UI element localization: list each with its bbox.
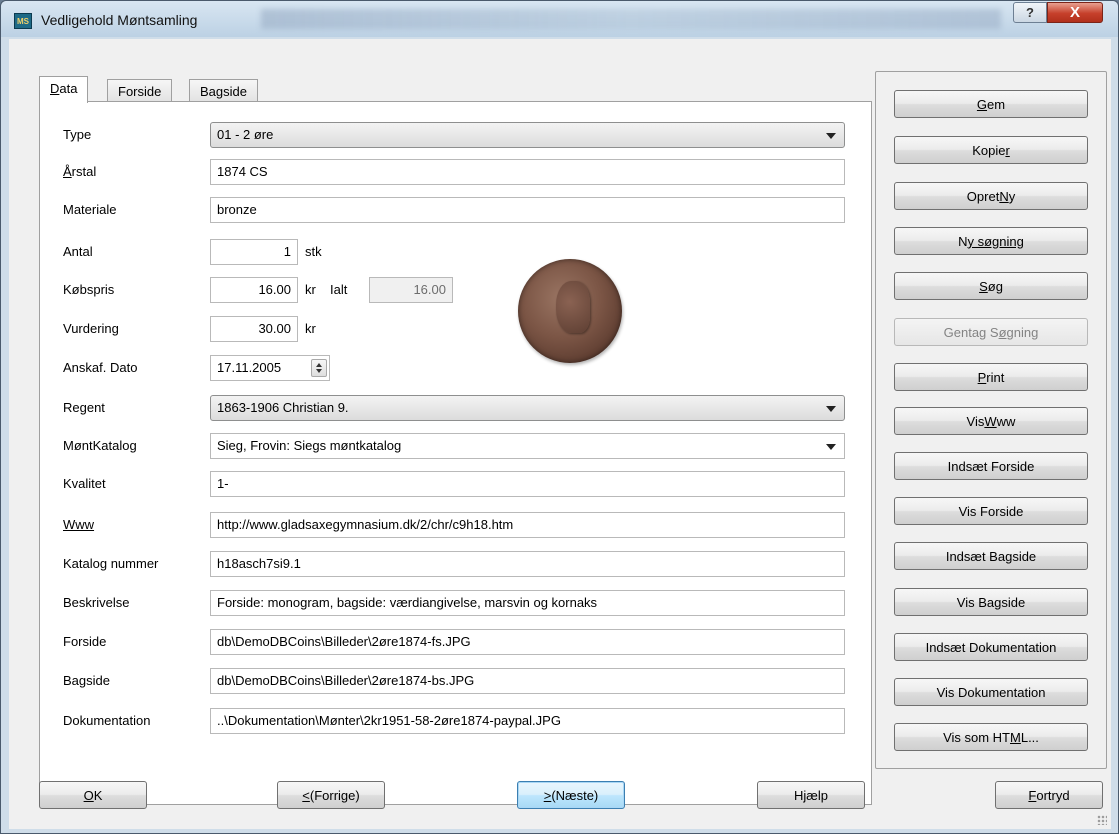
resize-grip-icon[interactable] <box>1097 815 1107 825</box>
antal-input[interactable]: 1 <box>210 239 298 265</box>
gentag-soegning-button[interactable]: Gentag Sø gning <box>894 318 1088 346</box>
tab-forside[interactable]: Forside <box>107 79 173 102</box>
data-tab-panel: Type 01 - 2 øre Årstal 1874 CS Materiale… <box>39 101 872 805</box>
fortryd-button[interactable]: Fortryd <box>995 781 1103 809</box>
title-bar-blurred-area <box>261 9 1001 29</box>
vis-som-html-button[interactable]: Vis som HT M L... <box>894 723 1088 751</box>
www-label[interactable]: Www <box>63 517 94 532</box>
www-input[interactable]: http://www.gladsaxegymnasium.dk/2/chr/c9… <box>210 512 845 538</box>
indsaet-dokumentation-button[interactable]: Indsæt Dokumentation <box>894 633 1088 661</box>
ialt-label: Ialt <box>330 282 348 297</box>
row-anskaf-dato: Anskaf. Dato 17.11.2005 <box>40 355 871 381</box>
row-www: Www http://www.gladsaxegymnasium.dk/2/ch… <box>40 512 871 538</box>
row-antal: Antal 1 stk <box>40 239 871 265</box>
opret-ny-button[interactable]: Opret Ny <box>894 182 1088 210</box>
row-type: Type 01 - 2 øre <box>40 122 871 148</box>
koebspris-unit: kr <box>305 282 316 297</box>
regent-combobox[interactable]: 1863-1906 Christian 9. <box>210 395 845 421</box>
soeg-button[interactable]: Søg <box>894 272 1088 300</box>
type-label: Type <box>63 127 92 142</box>
row-kvalitet: Kvalitet 1- <box>40 471 871 497</box>
dokumentation-label: Dokumentation <box>63 713 151 728</box>
aarstal-input[interactable]: 1874 CS <box>210 159 845 185</box>
row-materiale: Materiale bronze <box>40 197 871 223</box>
materiale-input[interactable]: bronze <box>210 197 845 223</box>
koebspris-input[interactable]: 16.00 <box>210 277 298 303</box>
coin-portrait <box>556 281 590 333</box>
row-moentkatalog: MøntKatalog Sieg, Frovin: Siegs møntkata… <box>40 433 871 459</box>
action-button-panel: Gem Kopie r Opret Ny Ny søgning Søg Genta… <box>875 71 1107 769</box>
dialog-client-area: Data Forside Bagside Type 01 - 2 øre Års… <box>9 39 1111 829</box>
vis-dokumentation-button[interactable]: Vis Dokumentation <box>894 678 1088 706</box>
hjaelp-button[interactable]: Hj ælp <box>757 781 865 809</box>
indsaet-forside-button[interactable]: Indsæt Forside <box>894 452 1088 480</box>
aarstal-label: Årstal <box>63 164 97 179</box>
beskrivelse-label: Beskrivelse <box>63 595 130 610</box>
row-aarstal: Årstal 1874 CS <box>40 159 871 185</box>
forside-label: Forside <box>63 634 107 649</box>
anskaf-dato-value: 17.11.2005 <box>217 360 282 375</box>
row-katalog-nummer: Katalog nummer h18asch7si9.1 <box>40 551 871 577</box>
ny-soegning-button[interactable]: Ny søgning <box>894 227 1088 255</box>
forside-input[interactable]: db\DemoDBCoins\Billeder\2øre1874-fs.JPG <box>210 629 845 655</box>
moentkatalog-label: MøntKatalog <box>63 438 137 453</box>
beskrivelse-input[interactable]: Forside: monogram, bagside: værdiangivel… <box>210 590 845 616</box>
antal-unit: stk <box>305 244 322 259</box>
vurdering-label: Vurdering <box>63 321 119 336</box>
ok-button[interactable]: OK <box>39 781 147 809</box>
row-regent: Regent 1863-1906 Christian 9. <box>40 395 871 421</box>
window-title: Vedligehold Møntsamling <box>41 12 198 28</box>
title-bar[interactable]: MS Vedligehold Møntsamling ? X <box>1 1 1118 37</box>
vurdering-unit: kr <box>305 321 316 336</box>
katalog-nummer-input[interactable]: h18asch7si9.1 <box>210 551 845 577</box>
kvalitet-label: Kvalitet <box>63 476 106 491</box>
main-window: MS Vedligehold Møntsamling ? X Data Fors… <box>0 0 1119 834</box>
help-question-icon[interactable]: ? <box>1013 2 1047 23</box>
tab-data[interactable]: Data <box>39 76 89 103</box>
row-vurdering: Vurdering 30.00 kr <box>40 316 871 342</box>
vis-bagside-button[interactable]: Vis Bagside <box>894 588 1088 616</box>
bagside-label: Bagside <box>63 673 110 688</box>
row-dokumentation: Dokumentation ..\Dokumentation\Mønter\2k… <box>40 708 871 734</box>
print-button[interactable]: Print <box>894 363 1088 391</box>
materiale-label: Materiale <box>63 202 117 217</box>
date-spinner-icon[interactable] <box>311 359 327 377</box>
anskaf-dato-picker[interactable]: 17.11.2005 <box>210 355 330 381</box>
moentkatalog-value: Sieg, Frovin: Siegs møntkatalog <box>217 438 402 453</box>
chevron-down-icon <box>826 406 836 412</box>
close-icon[interactable]: X <box>1047 2 1103 23</box>
type-value: 01 - 2 øre <box>217 127 274 142</box>
moentkatalog-combobox[interactable]: Sieg, Frovin: Siegs møntkatalog <box>210 433 845 459</box>
indsaet-bagside-button[interactable]: Indsæt Bagside <box>894 542 1088 570</box>
bagside-input[interactable]: db\DemoDBCoins\Billeder\2øre1874-bs.JPG <box>210 668 845 694</box>
gem-button[interactable]: Gem <box>894 90 1088 118</box>
chevron-down-icon <box>826 133 836 139</box>
row-forside: Forside db\DemoDBCoins\Billeder\2øre1874… <box>40 629 871 655</box>
regent-label: Regent <box>63 400 105 415</box>
kvalitet-input[interactable]: 1- <box>210 471 845 497</box>
katalog-nummer-label: Katalog nummer <box>63 556 159 571</box>
antal-label: Antal <box>63 244 93 259</box>
row-beskrivelse: Beskrivelse Forside: monogram, bagside: … <box>40 590 871 616</box>
vis-forside-button[interactable]: Vis Forside <box>894 497 1088 525</box>
row-koebspris: Købspris 16.00 kr Ialt 16.00 <box>40 277 871 303</box>
ialt-input: 16.00 <box>369 277 453 303</box>
naeste-button[interactable]: > (Næste) <box>517 781 625 809</box>
tab-bagside[interactable]: Bagside <box>189 79 258 102</box>
vis-www-button[interactable]: Vis Www <box>894 407 1088 435</box>
kopier-button[interactable]: Kopie r <box>894 136 1088 164</box>
app-icon: MS <box>14 13 32 29</box>
regent-value: 1863-1906 Christian 9. <box>217 400 349 415</box>
forrige-button[interactable]: < (Forrige) <box>277 781 385 809</box>
dokumentation-input[interactable]: ..\Dokumentation\Mønter\2kr1951-58-2øre1… <box>210 708 845 734</box>
row-bagside: Bagside db\DemoDBCoins\Billeder\2øre1874… <box>40 668 871 694</box>
type-combobox[interactable]: 01 - 2 øre <box>210 122 845 148</box>
koebspris-label: Købspris <box>63 282 115 297</box>
anskaf-dato-label: Anskaf. Dato <box>63 360 138 375</box>
vurdering-input[interactable]: 30.00 <box>210 316 298 342</box>
coin-image <box>507 248 633 370</box>
chevron-down-icon <box>826 444 836 450</box>
coin-front-picture <box>518 259 622 363</box>
